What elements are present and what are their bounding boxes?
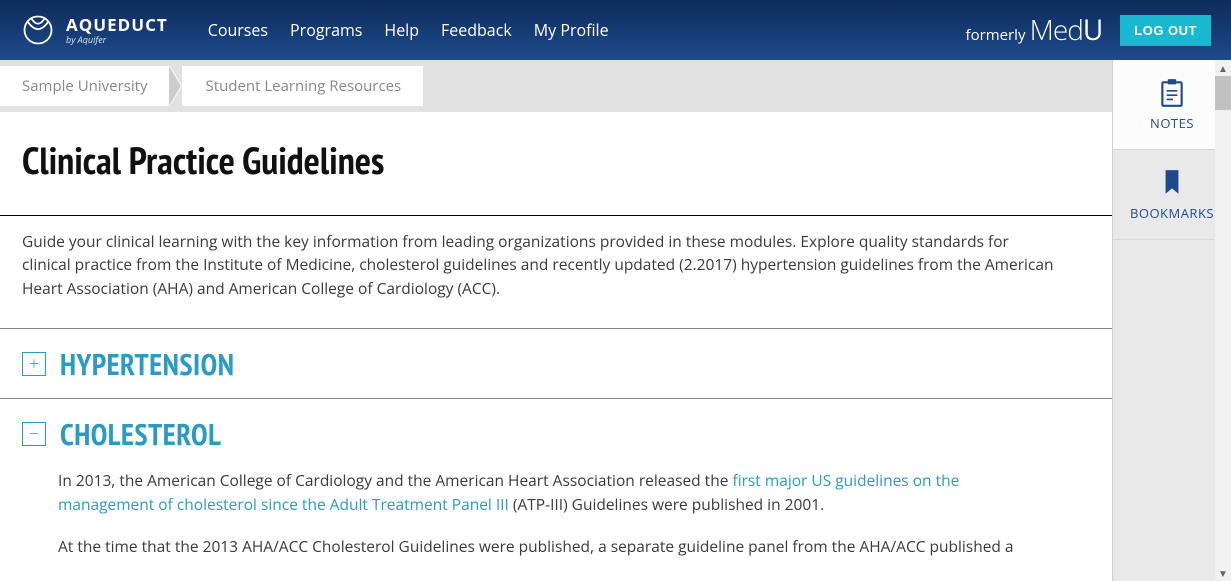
expand-icon[interactable]: + [22, 352, 46, 376]
breadcrumb-item-2[interactable]: Student Learning Resources [182, 66, 424, 106]
main-nav: Courses Programs Help Feedback My Profil… [208, 19, 609, 41]
formerly-label: formerly MedU [966, 11, 1103, 49]
nav-programs[interactable]: Programs [290, 19, 362, 41]
scrollbar-track[interactable] [1215, 60, 1231, 581]
aqueduct-logo-icon [20, 12, 56, 48]
nav-feedback[interactable]: Feedback [441, 19, 512, 41]
sidebar-notes[interactable]: NOTES [1113, 60, 1231, 150]
page-title: Clinical Practice Guidelines [0, 112, 1112, 215]
section-title: HYPERTENSION [60, 345, 234, 384]
breadcrumb-item-1[interactable]: Sample University [0, 66, 170, 106]
nav-courses[interactable]: Courses [208, 19, 268, 41]
section-header-hypertension[interactable]: + HYPERTENSION [0, 328, 1112, 398]
right-sidebar: NOTES BOOKMARKS [1112, 60, 1231, 581]
bookmark-icon [1158, 168, 1186, 198]
section-title: CHOLESTEROL [60, 415, 221, 454]
scroll-down-arrow-icon[interactable]: ▼ [1215, 565, 1231, 581]
logout-button[interactable]: LOG OUT [1120, 15, 1211, 46]
section-header-cholesterol[interactable]: − CHOLESTEROL [0, 398, 1112, 468]
logo[interactable]: AQUEDUCT by Aquifer [20, 12, 168, 48]
breadcrumb-separator-icon [170, 66, 182, 106]
top-nav-bar: AQUEDUCT by Aquifer Courses Programs Hel… [0, 0, 1231, 60]
nav-help[interactable]: Help [384, 19, 419, 41]
sidebar-bookmarks[interactable]: BOOKMARKS [1113, 150, 1231, 240]
breadcrumb: Sample University Student Learning Resou… [0, 60, 1112, 112]
main-content: Sample University Student Learning Resou… [0, 60, 1112, 581]
scroll-up-arrow-icon[interactable]: ▲ [1215, 60, 1231, 76]
nav-my-profile[interactable]: My Profile [534, 19, 609, 41]
scrollbar-thumb[interactable] [1215, 76, 1231, 110]
section-body-cholesterol: In 2013, the American College of Cardiol… [0, 468, 1080, 581]
clipboard-icon [1158, 78, 1186, 108]
sidebar-label: NOTES [1150, 114, 1194, 132]
sidebar-label: BOOKMARKS [1130, 204, 1214, 222]
intro-text: Guide your clinical learning with the ke… [0, 216, 1080, 328]
logo-title: AQUEDUCT [66, 16, 168, 33]
collapse-icon[interactable]: − [22, 422, 46, 446]
logo-subtitle: by Aquifer [66, 35, 168, 44]
